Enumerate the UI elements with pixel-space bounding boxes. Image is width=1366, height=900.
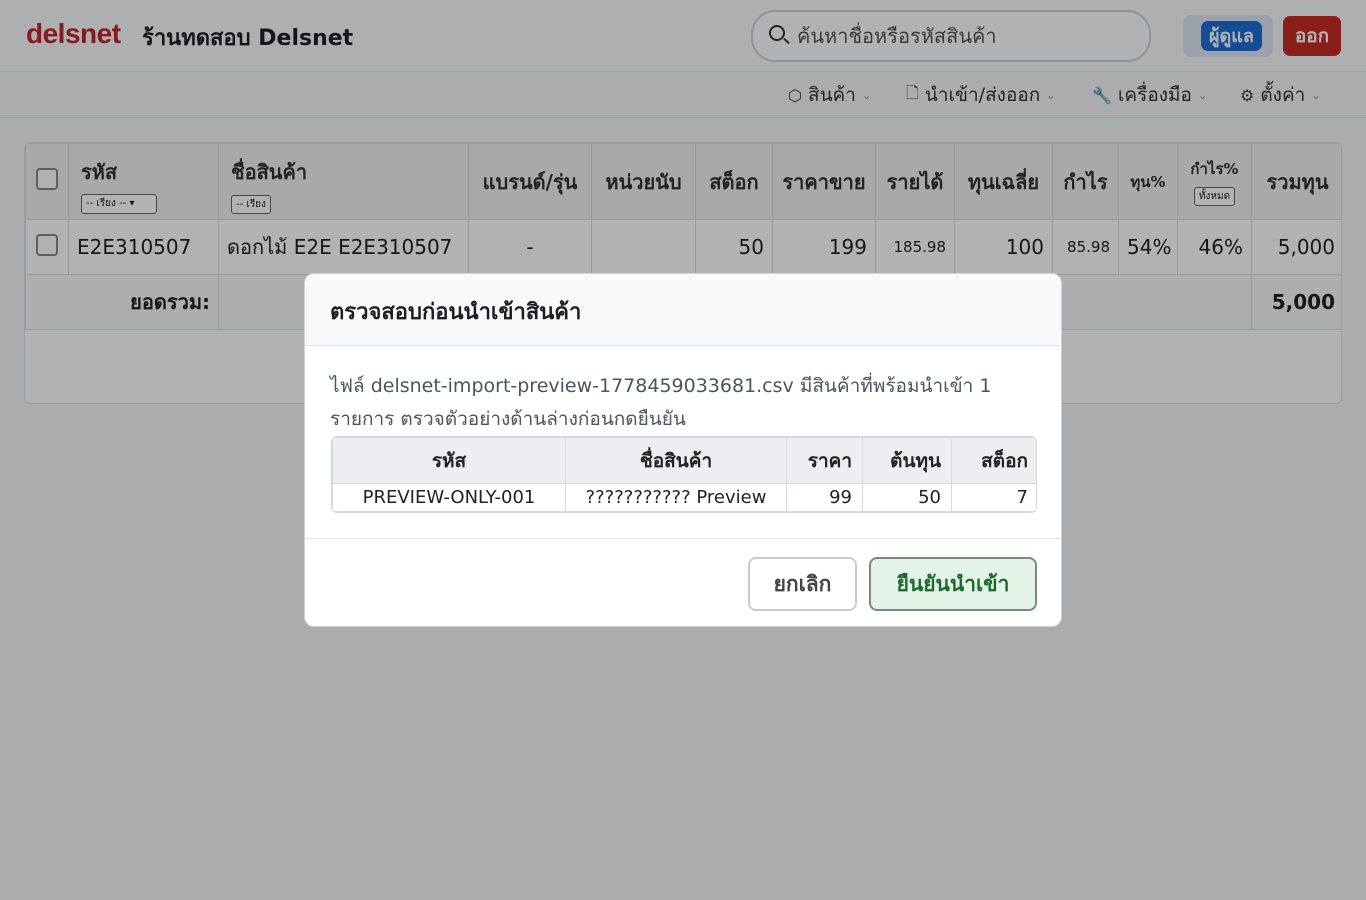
preview-cell-cost: 50 [862,483,952,512]
preview-col-cost: ต้นทุน [862,437,952,484]
modal-description: ไฟล์ delsnet-import-preview-177845903368… [330,375,992,430]
preview-header-row: รหัส ชื่อสินค้า ราคา ต้นทุน สต็อก [332,437,1036,484]
preview-col-name: ชื่อสินค้า [565,437,787,484]
import-preview-modal: ตรวจสอบก่อนนำเข้าสินค้า ไฟล์ delsnet-imp… [304,273,1062,627]
preview-cell-code: PREVIEW-ONLY-001 [332,483,566,512]
confirm-import-button[interactable]: ยืนยันนำเข้า [869,557,1037,611]
preview-col-price: ราคา [786,437,863,484]
preview-table-wrap: รหัส ชื่อสินค้า ราคา ต้นทุน สต็อก PREVIE… [331,436,1037,513]
preview-cell-stock: 7 [951,483,1036,512]
modal-title: ตรวจสอบก่อนนำเข้าสินค้า [330,300,582,325]
preview-row: PREVIEW-ONLY-001 ??????????? Preview 99 … [332,483,1036,512]
preview-cell-name: ??????????? Preview [565,483,787,512]
preview-col-stock: สต็อก [951,437,1036,484]
cancel-button[interactable]: ยกเลิก [748,557,857,611]
preview-table: รหัส ชื่อสินค้า ราคา ต้นทุน สต็อก PREVIE… [332,437,1036,512]
preview-cell-price: 99 [786,483,863,512]
modal-header: ตรวจสอบก่อนนำเข้าสินค้า [305,274,1061,346]
modal-footer: ยกเลิก ยืนยันนำเข้า [305,538,1061,626]
preview-col-code: รหัส [332,437,566,484]
